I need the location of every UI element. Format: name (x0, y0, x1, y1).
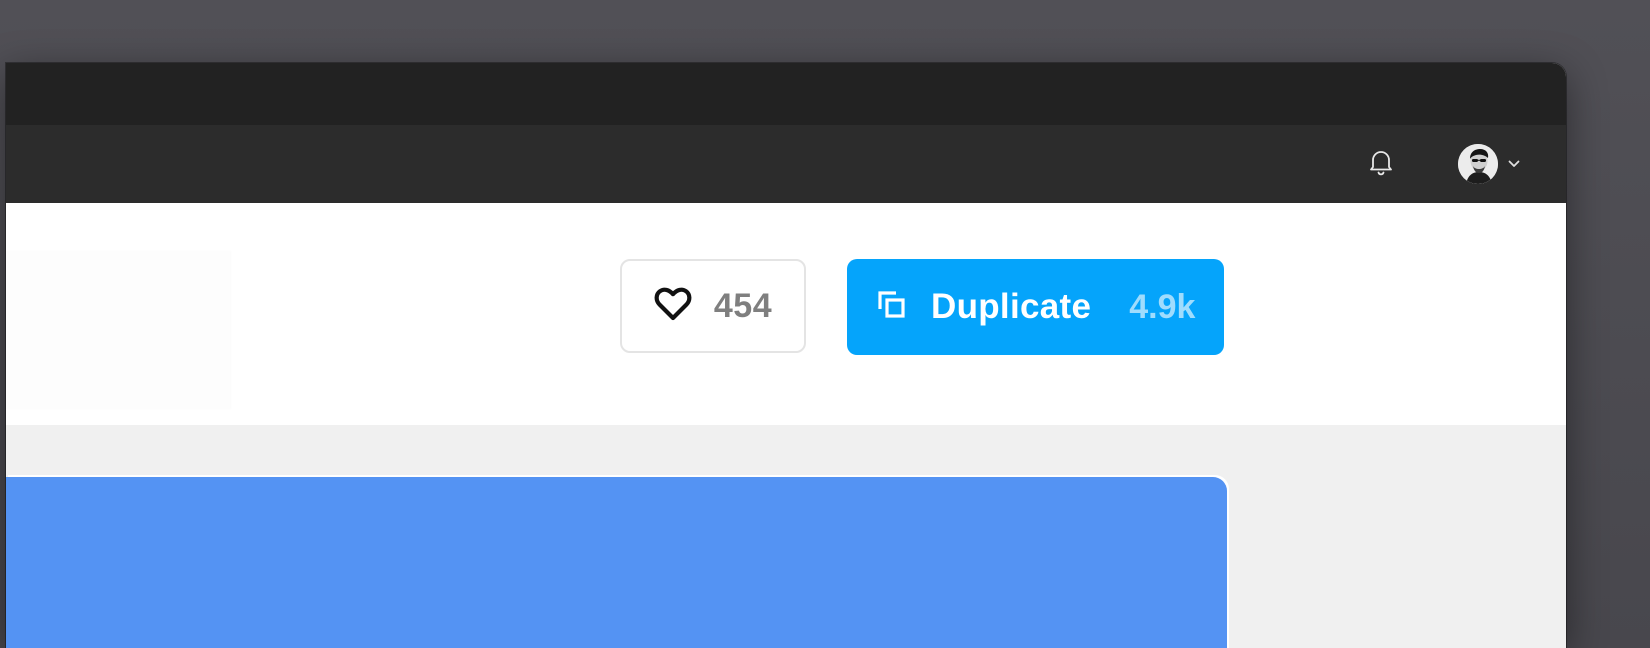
duplicate-label: Duplicate (931, 287, 1092, 326)
notifications-button[interactable] (1366, 149, 1396, 179)
file-preview-area (6, 425, 1566, 648)
duplicate-count: 4.9k (1129, 287, 1196, 326)
chevron-down-icon (1508, 155, 1520, 173)
heart-icon (654, 287, 692, 326)
account-menu-button[interactable] (1458, 143, 1520, 185)
file-thumbnail-area (6, 251, 230, 409)
file-preview-card[interactable] (6, 477, 1227, 648)
duplicate-icon (877, 290, 907, 325)
like-count: 454 (713, 286, 773, 325)
app-window: 454 Duplicate 4.9k (6, 63, 1566, 648)
duplicate-button[interactable]: Duplicate 4.9k (847, 259, 1224, 355)
file-header: 454 Duplicate 4.9k (6, 203, 1566, 425)
top-navigation-bar (6, 125, 1566, 203)
window-titlebar[interactable] (6, 63, 1566, 125)
avatar (1458, 144, 1498, 184)
bell-icon (1368, 148, 1394, 181)
like-button[interactable]: 454 (620, 259, 806, 353)
